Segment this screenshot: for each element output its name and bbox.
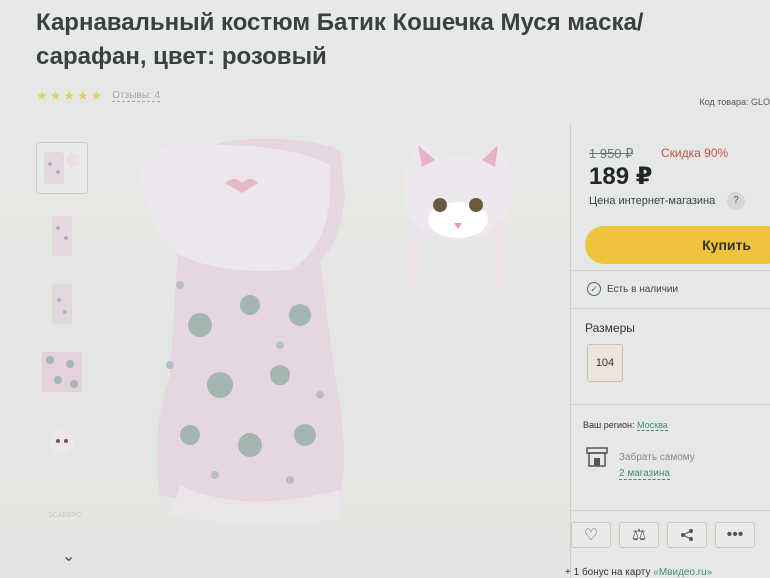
- gallery-thumbnails: [36, 142, 88, 482]
- stock-label: Есть в наличии: [607, 283, 679, 295]
- more-button[interactable]: •••: [715, 522, 755, 548]
- rating-row: ★ ★ ★ ★ ★ Отзывы: 4: [36, 88, 161, 104]
- heart-icon: ♡: [583, 527, 599, 544]
- share-icon: [681, 529, 693, 541]
- reviews-link[interactable]: Отзывы: 4: [112, 90, 161, 102]
- bonus-line: + 1 бонус на карту «Мвидео.ru»: [565, 567, 712, 578]
- share-button[interactable]: [667, 522, 707, 548]
- store-icon: [585, 446, 609, 473]
- divider: [571, 308, 770, 309]
- sku-code: Код товара: GLO: [699, 97, 770, 107]
- thumbnail-1[interactable]: [36, 142, 88, 194]
- action-buttons: ♡ ⚖ •••: [571, 522, 755, 548]
- bonus-text: + 1 бонус на карту: [565, 567, 651, 578]
- current-price: 189 ₽: [589, 163, 653, 190]
- star-icon: ★: [90, 88, 103, 103]
- buy-box: 1 950 ₽ Скидка 90% 189 ₽ Цена интернет-м…: [565, 124, 770, 578]
- rating-stars: ★ ★ ★ ★ ★: [36, 88, 102, 104]
- product-main-image: [140, 135, 560, 525]
- pickup-stores-link[interactable]: 2 магазина: [619, 468, 670, 480]
- check-circle-icon: ✓: [587, 282, 601, 296]
- thumbnail-4[interactable]: [36, 346, 88, 398]
- region-link[interactable]: Москва: [637, 420, 668, 431]
- buy-button[interactable]: Купить: [585, 226, 770, 264]
- compare-button[interactable]: ⚖: [619, 522, 659, 548]
- old-price: 1 950 ₽: [589, 146, 634, 161]
- thumbnail-3[interactable]: [36, 278, 88, 330]
- divider: [571, 510, 770, 511]
- price-note: Цена интернет-магазина: [589, 195, 716, 207]
- help-icon[interactable]: ?: [727, 192, 745, 210]
- more-icon: •••: [726, 526, 744, 543]
- star-icon: ★: [63, 88, 75, 103]
- bonus-card-link[interactable]: «Мвидео.ru»: [653, 567, 712, 578]
- gallery-caption: SCAREPC: [48, 512, 82, 519]
- favorite-button[interactable]: ♡: [571, 522, 611, 548]
- scales-icon: ⚖: [631, 527, 647, 544]
- thumbnail-5[interactable]: [36, 414, 88, 466]
- divider: [571, 404, 770, 405]
- region-label: Ваш регион:: [583, 420, 635, 430]
- divider: [571, 270, 770, 271]
- thumbnail-2[interactable]: [36, 210, 88, 262]
- pickup-label: Забрать самому: [619, 452, 695, 463]
- star-icon: ★: [76, 88, 89, 103]
- stock-status: ✓ Есть в наличии: [587, 282, 678, 296]
- star-icon: ★: [36, 88, 48, 103]
- star-icon: ★: [49, 88, 62, 103]
- sizes-title: Размеры: [585, 321, 635, 335]
- chevron-down-icon[interactable]: ⌄: [62, 546, 75, 566]
- discount-badge: Скидка 90%: [661, 146, 729, 160]
- size-option-104[interactable]: 104: [587, 344, 623, 382]
- region-row: Ваш регион: Москва: [583, 420, 668, 431]
- product-page: Карнавальный костюм Батик Кошечка Муся м…: [0, 0, 770, 578]
- product-title: Карнавальный костюм Батик Кошечка Муся м…: [36, 9, 644, 70]
